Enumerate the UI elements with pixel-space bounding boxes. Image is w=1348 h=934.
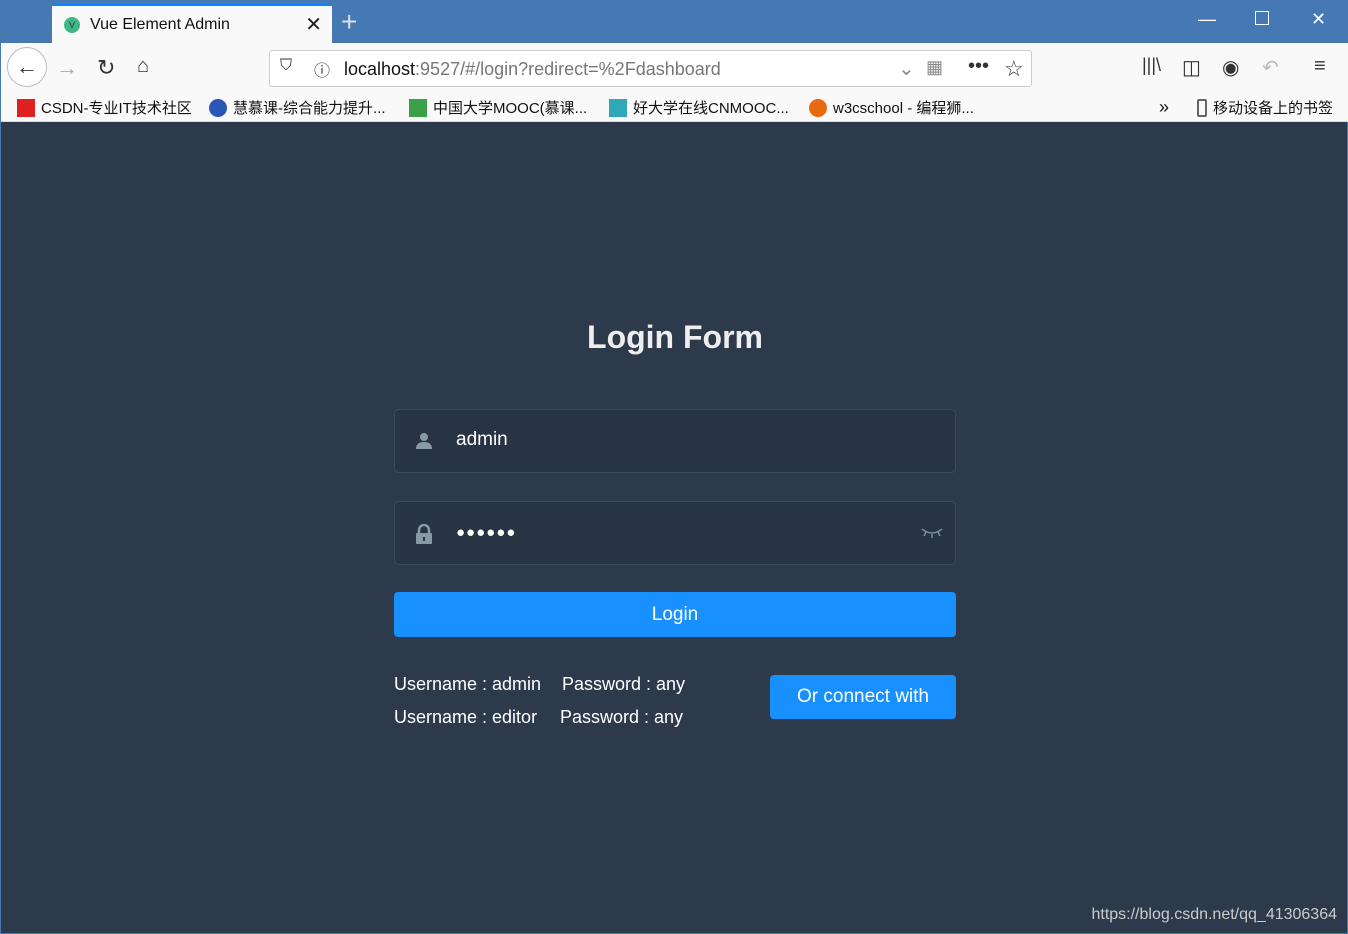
tip-username-editor: Username : editor [394,707,538,727]
minimize-icon[interactable]: — [1198,9,1216,30]
navigation-bar: ← → ↻ ⌂ ⛉ ⓘ localhost:9527/#/login?redir… [1,43,1348,93]
cnmooc-icon [609,98,627,117]
shield-icon[interactable]: ⛉ [280,57,292,75]
tab-title: Vue Element Admin [90,15,230,33]
bookmark-cnmooc[interactable]: 好大学在线CNMOOC... [609,97,789,118]
close-window-icon[interactable]: ✕ [1311,9,1326,30]
username-input[interactable]: admin [456,429,508,451]
url-bar[interactable]: ⛉ ⓘ localhost:9527/#/login?redirect=%2Fd… [269,50,1032,87]
maximize-icon[interactable] [1255,11,1269,25]
menu-icon[interactable]: ≡ [1314,55,1326,78]
star-icon[interactable]: ☆ [1004,56,1024,82]
lock-icon [415,523,433,549]
forward-icon[interactable]: → [56,55,78,81]
browser-window: V Vue Element Admin ✕ + — ✕ ← → ↻ ⌂ ⛉ ⓘ … [0,0,1348,934]
password-field[interactable]: ●●●●●● [394,501,956,565]
tab-bar: V Vue Element Admin ✕ + — ✕ [1,1,1348,43]
watermark: https://blog.csdn.net/qq_41306364 [1091,906,1337,923]
sidebar-icon[interactable]: ◫ [1182,55,1201,80]
url-text[interactable]: localhost:9527/#/login?redirect=%2Fdashb… [344,59,721,80]
w3cschool-icon [809,98,827,117]
overflow-chevron-icon[interactable]: » [1159,97,1169,118]
huimooc-icon [209,98,227,117]
home-icon[interactable]: ⌂ [137,55,149,78]
mobile-bookmarks[interactable]: 移动设备上的书签 [1197,97,1333,118]
back-icon[interactable]: ← [7,47,47,87]
new-tab-icon[interactable]: + [341,6,357,38]
eye-closed-icon[interactable] [921,526,943,544]
close-tab-icon[interactable]: ✕ [305,12,322,37]
csdn-icon [17,98,35,117]
more-icon[interactable]: ••• [968,55,989,78]
bookmark-w3cschool[interactable]: w3cschool - 编程狮... [809,97,974,118]
icourse-icon [409,98,427,117]
login-button[interactable]: Login [394,592,956,637]
user-icon [415,432,433,455]
page-title: Login Form [587,319,763,355]
vue-favicon-icon: V [64,16,80,33]
undo-icon[interactable]: ↶ [1262,55,1279,80]
account-icon[interactable]: ◉ [1222,55,1239,80]
username-field[interactable]: admin [394,409,956,473]
bookmark-huimooc[interactable]: 慧慕课-综合能力提升... [209,97,386,118]
bookmark-csdn[interactable]: CSDN-专业IT技术社区 [17,97,192,118]
qr-code-icon[interactable]: ▦ [926,57,943,78]
reload-icon[interactable]: ↻ [97,55,115,81]
library-icon[interactable]: |||\ [1142,55,1161,76]
tip-username-admin: Username : admin [394,674,542,694]
mobile-icon [1197,98,1207,117]
bookmarks-bar: CSDN-专业IT技术社区 慧慕课-综合能力提升... 中国大学MOOC(慕课.… [1,93,1348,122]
tip-password-admin: Password : any [562,674,686,694]
bookmark-icourse[interactable]: 中国大学MOOC(慕课... [409,97,587,118]
connect-with-button[interactable]: Or connect with [770,675,956,719]
password-input[interactable]: ●●●●●● [456,524,516,541]
chevron-down-icon[interactable]: ⌄ [898,56,915,81]
info-icon[interactable]: ⓘ [314,57,330,81]
tab-vue-element-admin[interactable]: V Vue Element Admin ✕ [52,4,332,43]
tip-password-editor: Password : any [560,707,684,727]
